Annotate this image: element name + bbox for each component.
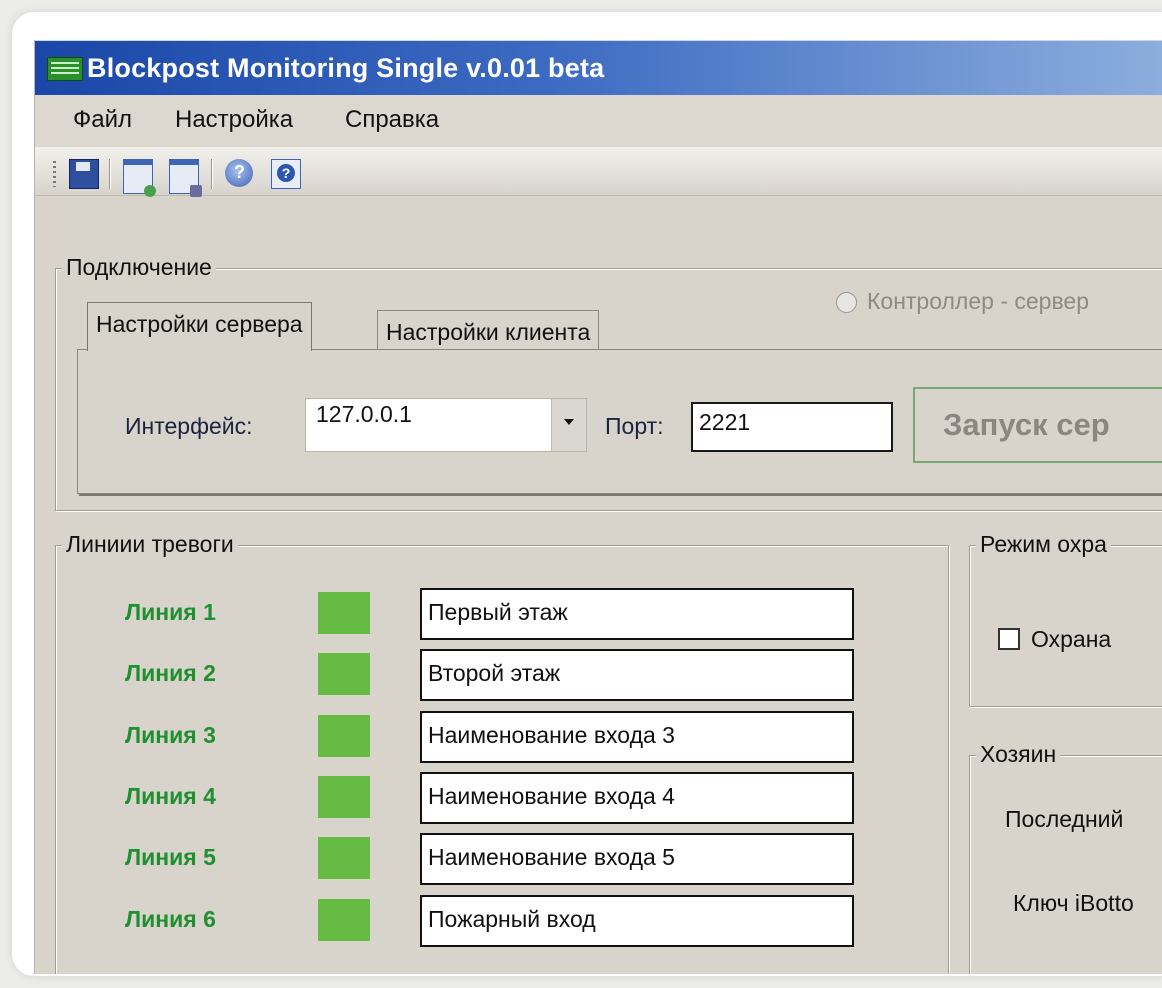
window-title: Blockpost Monitoring Single v.0.01 beta [87, 53, 605, 83]
alarm-line-indicator [318, 715, 370, 757]
app-window: Blockpost Monitoring Single v.0.01 beta … [34, 40, 1162, 974]
help-icon[interactable] [225, 159, 253, 187]
alarm-line-label: Линия 5 [125, 844, 216, 870]
menu-file[interactable]: Файл [73, 106, 132, 134]
alarm-line-indicator [318, 653, 370, 695]
toolbar-separator [211, 159, 213, 189]
port-label: Порт: [605, 413, 664, 439]
window-icon[interactable] [123, 159, 156, 197]
tab-client-settings[interactable]: Настройки клиента [377, 310, 600, 349]
interface-value: 127.0.0.1 [316, 401, 412, 427]
owner-group: Хозяин [969, 741, 1162, 974]
tab-server-settings[interactable]: Настройки сервера [87, 302, 312, 351]
menu-settings[interactable]: Настройка [175, 106, 293, 134]
alarm-line-label: Линия 4 [125, 783, 216, 809]
toolbar [35, 147, 1162, 197]
alarm-line-indicator [318, 837, 370, 879]
screenshot-card: Blockpost Monitoring Single v.0.01 beta … [12, 12, 1162, 976]
connection-legend: Подключение [62, 254, 216, 281]
alarm-line-name-input[interactable]: Наименование входа 4 [420, 772, 854, 824]
ibutton-key-label: Ключ iBotto [1013, 890, 1134, 916]
alarm-lines-legend: Линиии тревоги [62, 531, 238, 558]
alarm-line-indicator [318, 776, 370, 818]
start-server-button[interactable]: Запуск сер [913, 387, 1162, 463]
menu-help[interactable]: Справка [345, 106, 439, 134]
alarm-line-name-input[interactable]: Наименование входа 3 [420, 711, 854, 763]
alarm-line-label: Линия 6 [125, 906, 216, 932]
port-input[interactable]: 2221 [691, 402, 893, 452]
alarm-line-label: Линия 2 [125, 660, 216, 686]
controller-server-label: Контроллер - сервер [867, 288, 1089, 314]
guard-checkbox[interactable] [998, 628, 1020, 650]
alarm-line-name-input[interactable]: Пожарный вход [420, 895, 854, 947]
owner-legend: Хозяин [976, 741, 1061, 768]
menu-bar: Файл Настройка Справка [35, 95, 1162, 147]
controller-server-radio[interactable] [836, 292, 857, 313]
about-icon[interactable] [271, 159, 301, 189]
toolbar-separator [109, 159, 111, 189]
interface-label: Интерфейс: [125, 413, 253, 439]
alarm-line-name-input[interactable]: Второй этаж [420, 649, 854, 701]
guard-checkbox-label: Охрана [1031, 626, 1112, 652]
alarm-line-label: Линия 1 [125, 599, 216, 625]
chevron-down-icon[interactable] [551, 399, 586, 451]
save-icon[interactable] [69, 159, 99, 189]
guard-mode-legend: Режим охра [976, 531, 1111, 558]
settings-icon[interactable] [169, 159, 202, 197]
alarm-line-name-input[interactable]: Наименование входа 5 [420, 833, 854, 885]
alarm-line-name-input[interactable]: Первый этаж [420, 588, 854, 640]
last-key-label: Последний [1005, 806, 1124, 832]
alarm-line-label: Линия 3 [125, 722, 216, 748]
title-bar[interactable]: Blockpost Monitoring Single v.0.01 beta [35, 40, 1162, 95]
alarm-line-indicator [318, 592, 370, 634]
alarm-line-indicator [318, 899, 370, 941]
toolbar-grip[interactable] [53, 161, 56, 187]
interface-select[interactable]: 127.0.0.1 [305, 398, 587, 452]
app-logo-icon [47, 57, 83, 81]
